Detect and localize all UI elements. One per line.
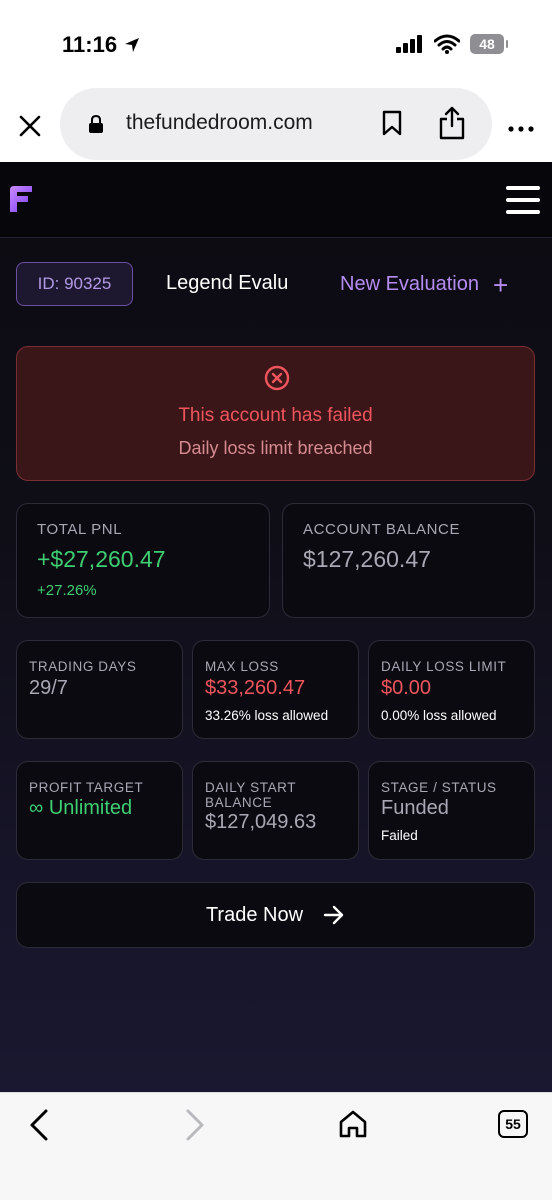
time-text: 11:16 xyxy=(62,32,118,57)
profit-target-label: PROFIT TARGET xyxy=(29,780,144,795)
stage-status-card: STAGE / STATUS Funded Failed xyxy=(368,761,535,860)
share-icon[interactable] xyxy=(438,106,466,140)
error-circle-icon xyxy=(264,365,290,391)
hamburger-menu-button[interactable] xyxy=(506,186,540,214)
status-indicators: 48 xyxy=(396,34,508,54)
menu-line xyxy=(506,210,540,214)
bookmark-icon[interactable] xyxy=(380,110,404,136)
trade-now-label: Trade Now xyxy=(205,903,304,926)
daily-loss-limit-card: DAILY LOSS LIMIT $0.00 0.00% loss allowe… xyxy=(368,640,535,739)
max-loss-allowed: 33.26% loss allowed xyxy=(205,708,329,723)
tabs-button[interactable]: 55 xyxy=(498,1110,528,1138)
daily-start-balance-value: $127,049.63 xyxy=(205,811,317,833)
back-chevron-icon[interactable] xyxy=(28,1109,50,1141)
close-tab-button[interactable] xyxy=(14,110,46,142)
forward-chevron-icon[interactable] xyxy=(184,1109,206,1141)
status-bar: 11:16 48 xyxy=(0,0,552,90)
profit-target-value: ∞ Unlimited xyxy=(29,797,133,819)
account-failed-alert: This account has failed Daily loss limit… xyxy=(16,346,535,481)
trade-now-button[interactable]: Trade Now xyxy=(16,882,535,948)
max-loss-label: MAX LOSS xyxy=(205,659,279,674)
app-content: ID: 90325 Legend Evaluation New Evaluati… xyxy=(0,162,552,1092)
stage-status-label: STAGE / STATUS xyxy=(381,780,497,795)
trading-days-value: 29/7 xyxy=(29,677,68,699)
alert-subtitle: Daily loss limit breached xyxy=(178,438,373,458)
account-id-badge[interactable]: ID: 90325 xyxy=(16,262,133,306)
browser-bottom-toolbar: 55 xyxy=(0,1092,552,1200)
total-pnl-value: +$27,260.47 xyxy=(37,546,166,572)
status-value: Failed xyxy=(381,828,418,843)
menu-line xyxy=(506,186,540,190)
account-name[interactable]: Legend Evaluation xyxy=(166,272,288,295)
trading-days-label: TRADING DAYS xyxy=(29,659,137,674)
brand-logo[interactable] xyxy=(10,186,32,217)
arrow-right-icon xyxy=(323,905,344,925)
browser-toolbar: thefundedroom.com xyxy=(0,88,552,162)
profit-target-card: PROFIT TARGET ∞ Unlimited xyxy=(16,761,183,860)
lock-icon xyxy=(89,114,103,133)
alert-title: This account has failed xyxy=(178,405,373,426)
total-pnl-card: TOTAL PNL +$27,260.47 +27.26% xyxy=(16,503,270,618)
account-balance-card: ACCOUNT BALANCE $127,260.47 xyxy=(282,503,535,618)
trading-days-card: TRADING DAYS 29/7 xyxy=(16,640,183,739)
total-pnl-label: TOTAL PNL xyxy=(37,521,123,538)
plus-icon: + xyxy=(492,269,509,300)
close-icon xyxy=(19,115,41,137)
new-evaluation-button[interactable]: New Evaluation + xyxy=(340,269,509,300)
account-balance-label: ACCOUNT BALANCE xyxy=(303,521,461,538)
max-loss-card: MAX LOSS $33,260.47 33.26% loss allowed xyxy=(192,640,359,739)
more-icon xyxy=(508,126,534,132)
daily-start-balance-card: DAILY START BALANCE $127,049.63 xyxy=(192,761,359,860)
address-bar[interactable]: thefundedroom.com xyxy=(60,88,492,160)
account-balance-value: $127,260.47 xyxy=(303,546,431,572)
daily-loss-limit-value: $0.00 xyxy=(381,677,432,699)
status-time: 11:16 xyxy=(62,32,141,58)
location-arrow-icon xyxy=(125,38,140,52)
daily-loss-limit-label: DAILY LOSS LIMIT xyxy=(381,659,507,674)
logo-icon xyxy=(10,186,32,212)
battery-indicator: 48 xyxy=(470,34,508,54)
menu-line xyxy=(506,198,540,202)
wifi-icon xyxy=(434,34,460,54)
daily-start-balance-label: DAILY START BALANCE xyxy=(205,780,296,810)
daily-loss-allowed: 0.00% loss allowed xyxy=(381,708,497,723)
more-menu-button[interactable] xyxy=(508,112,534,136)
cellular-signal-icon xyxy=(396,35,422,53)
url-text: thefundedroom.com xyxy=(126,111,313,134)
total-pnl-percent: +27.26% xyxy=(37,582,97,599)
new-evaluation-label: New Evaluation xyxy=(340,273,479,295)
max-loss-value: $33,260.47 xyxy=(205,677,306,699)
home-icon[interactable] xyxy=(338,1109,368,1139)
app-header xyxy=(0,162,552,238)
stage-value: Funded xyxy=(381,797,449,819)
